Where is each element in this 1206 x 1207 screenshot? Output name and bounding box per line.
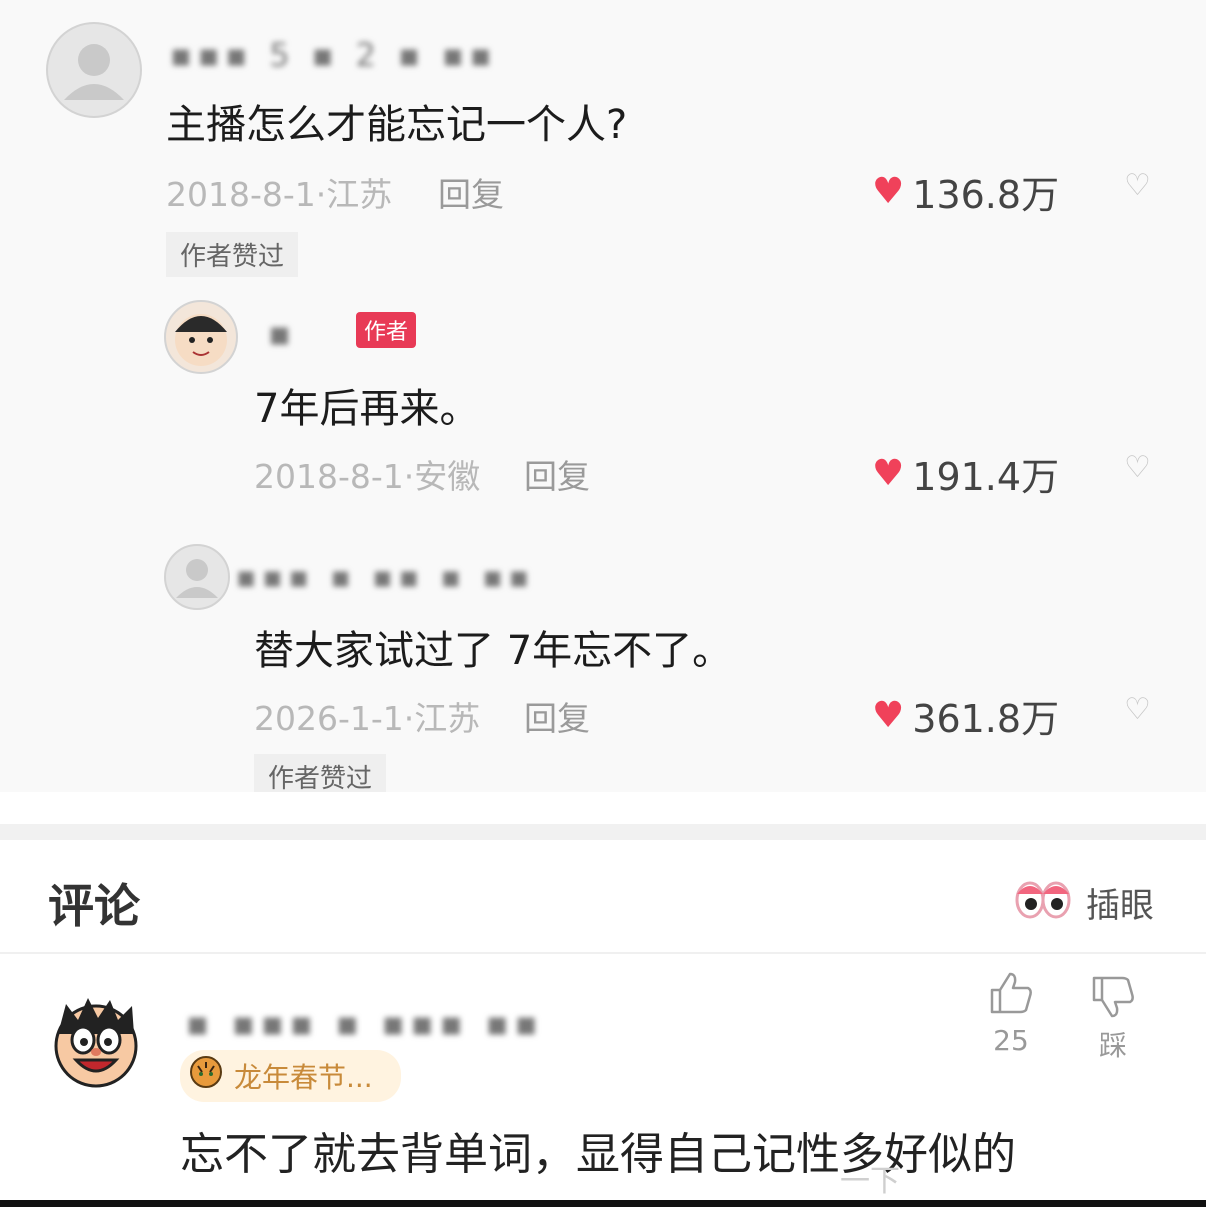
heart-icon: ♥ <box>872 695 905 736</box>
divider <box>0 952 1206 954</box>
default-user-icon <box>64 44 124 100</box>
author-liked-badge: 作者赞过 <box>166 232 299 277</box>
commenter-avatar[interactable] <box>48 994 144 1090</box>
heart-icon: ♥ <box>872 171 905 212</box>
like-button[interactable]: ♥ 136.8万 <box>872 164 1059 219</box>
like-count: 361.8万 <box>912 697 1060 741</box>
insert-eye-button[interactable]: 插眼 <box>1086 878 1154 927</box>
dislike-label[interactable]: 踩 <box>1086 1024 1140 1064</box>
broken-heart-icon[interactable]: ♡ <box>1124 692 1151 727</box>
tiger-medal-icon <box>188 1054 224 1090</box>
section-separator <box>0 824 1206 840</box>
reply-text: 替大家试过了 7年忘不了。 <box>254 628 733 674</box>
reply-button[interactable]: 回复 <box>524 450 590 498</box>
like-button[interactable]: ♥ 191.4万 <box>872 446 1059 501</box>
cartoon-boy-avatar-icon <box>54 998 138 1088</box>
reply-button[interactable]: 回复 <box>438 168 504 216</box>
user-avatar[interactable] <box>164 544 230 610</box>
bottom-edge <box>0 1200 1206 1207</box>
like-count: 136.8万 <box>912 173 1060 217</box>
eyes-icon[interactable] <box>1014 880 1072 920</box>
like-count: 191.4万 <box>912 455 1060 499</box>
embedded-comment-screenshot: ▪▪▪ 5 ▪ 2 ▪ ▪▪ 主播怎么才能忘记一个人? 2018-8-1·江苏 … <box>0 0 1206 799</box>
author-username[interactable]: ▪ <box>268 314 297 354</box>
comments-section-title: 评论 <box>48 879 140 933</box>
comment-username[interactable]: ▪▪▪ 5 ▪ 2 ▪ ▪▪ <box>170 36 497 74</box>
like-button[interactable]: ♥ 361.8万 <box>872 688 1059 743</box>
author-avatar[interactable] <box>164 300 238 374</box>
reply-date-location: 2018-8-1·安徽 <box>254 457 481 496</box>
thumbs-down-icon[interactable] <box>1090 974 1136 1020</box>
comment-text: 主播怎么才能忘记一个人? <box>166 102 628 148</box>
reply-date-location: 2026-1-1·江苏 <box>254 699 481 738</box>
like-count: 25 <box>993 1024 1029 1057</box>
user-avatar[interactable] <box>46 22 142 118</box>
commenter-username[interactable]: ▪ ▪▪▪ ▪ ▪▪▪ ▪▪ <box>186 1004 544 1044</box>
comment-username[interactable]: ▪▪▪ ▪ ▪▪ ▪ ▪▪ <box>236 560 535 595</box>
comment-date-location: 2018-8-1·江苏 <box>166 175 393 214</box>
reply-text: 7年后再来。 <box>254 386 480 432</box>
author-tag: 作者 <box>356 312 417 348</box>
broken-heart-icon[interactable]: ♡ <box>1124 168 1151 203</box>
cartoon-face-icon <box>175 314 227 366</box>
reply-button[interactable]: 回复 <box>524 692 590 740</box>
medal-label: 龙年春节... <box>234 1061 373 1094</box>
default-user-icon <box>176 559 218 598</box>
heart-icon: ♥ <box>872 453 905 494</box>
broken-heart-icon[interactable]: ♡ <box>1124 450 1151 485</box>
thumbs-up-icon[interactable] <box>988 970 1034 1016</box>
watermark: 一下 <box>840 1164 900 1199</box>
